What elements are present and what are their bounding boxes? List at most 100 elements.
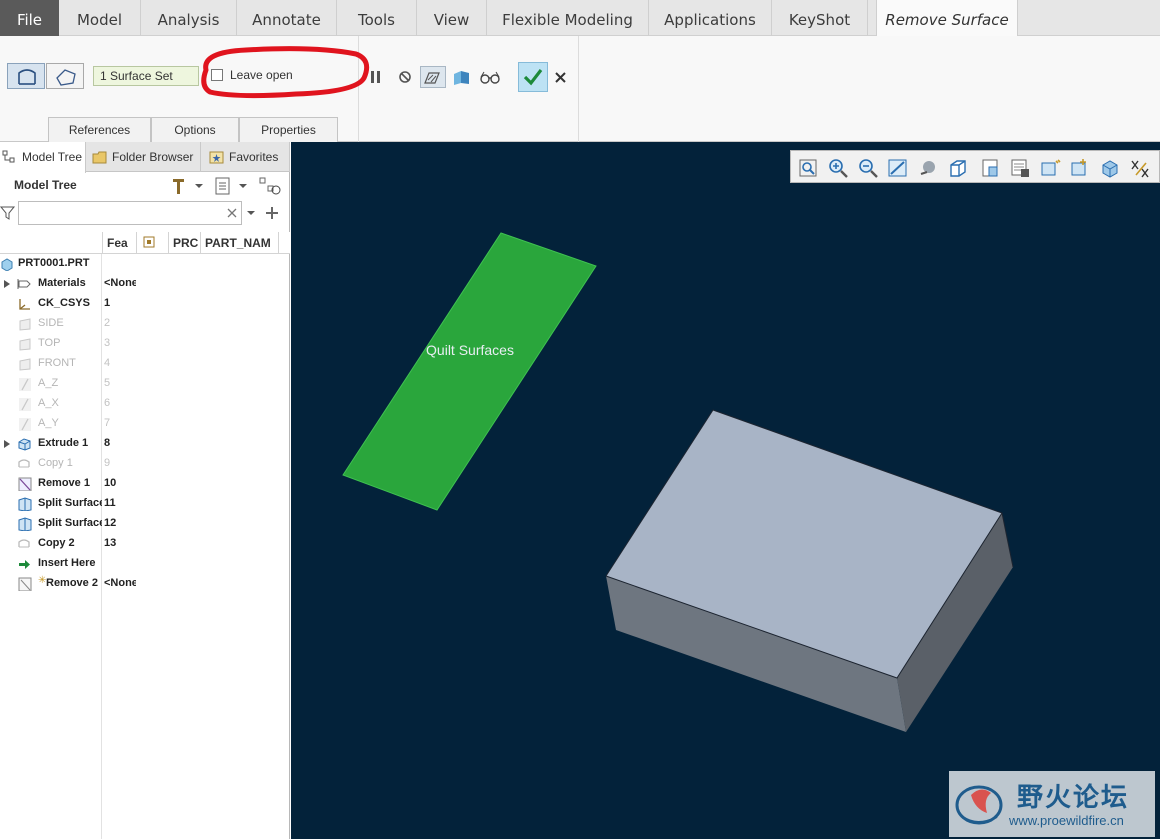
add-column-icon[interactable] [264,205,280,221]
tree-item-feature-number: 1 [104,297,111,309]
tree-item-name: A_Z [38,377,59,389]
copy-icon [18,459,30,468]
expand-arrow-icon[interactable] [4,440,10,448]
navigator-tabs: Model Tree Folder Browser Favorites [0,142,290,173]
chain-type-button[interactable] [46,63,84,89]
column-part-name[interactable]: PART_NAM [200,232,278,254]
annotation-display-icon[interactable] [1039,157,1061,179]
graphics-window[interactable]: Quilt Surfaces 野火论坛 www.proewildfire.cn [291,142,1160,839]
saved-views-icon[interactable] [947,157,969,179]
tab-remove-surface[interactable]: Remove Surface [876,0,1018,37]
attached-preview-icon [424,72,440,84]
tree-item[interactable]: Split Surface 11 [0,494,290,514]
tree-show-button[interactable] [214,176,250,196]
scale-xy-icon[interactable] [1129,157,1151,179]
geometry-preview-button[interactable] [450,66,474,88]
zoom-in-icon[interactable] [827,157,849,179]
subtab-properties[interactable]: Properties [239,117,338,142]
tree-item[interactable]: SIDE 2 [0,314,290,334]
tree-settings-button[interactable] [170,176,206,196]
app-window: File Model Analysis Annotate Tools View … [0,0,1160,839]
expand-arrow-icon[interactable] [4,280,10,288]
tree-item-feature-number: 11 [104,497,116,509]
perspective-icon[interactable] [1009,157,1031,179]
new-feature-marker-icon: ✳ [38,575,47,586]
tree-item[interactable]: A_Z 5 [0,374,290,394]
tab-flexible-modeling[interactable]: Flexible Modeling [487,0,649,36]
tree-search-input[interactable] [18,201,242,225]
tree-filter-toggle-icon[interactable] [258,176,284,196]
tab-tools[interactable]: Tools [337,0,417,36]
tree-item-feature-number: 6 [104,397,111,409]
tree-item-name: Materials [38,277,86,289]
tree-item[interactable]: CK_CSYS 1 [0,294,290,314]
tree-item[interactable]: FRONT 4 [0,354,290,374]
tree-item-name: Copy 2 [38,537,75,549]
surface-set-collector[interactable]: 1 Surface Set [93,66,199,86]
no-preview-button[interactable] [394,66,418,88]
tree-item-name: Remove 2 [46,577,98,589]
tree-item-name: FRONT [38,357,76,369]
tree-item[interactable]: Copy 1 9 [0,454,290,474]
model-tree-icon [2,150,15,163]
chevron-down-icon[interactable] [245,206,257,220]
tree-item[interactable]: Split Surface 12 [0,514,290,534]
watermark-url: www.proewildfire.cn [1009,813,1124,828]
cancel-button[interactable] [551,67,575,89]
forum-watermark: 野火论坛 www.proewildfire.cn [949,771,1155,837]
column-extra[interactable] [278,232,290,254]
tree-item-name: Split Surface [38,517,102,529]
column-status[interactable] [136,232,168,254]
tree-item-feature-number: 7 [104,417,111,429]
tree-item[interactable]: Copy 2 13 [0,534,290,554]
view-manager-icon[interactable] [979,157,1001,179]
refit-icon[interactable] [797,157,819,179]
materials-icon [17,279,31,289]
quilt-surface[interactable] [342,232,597,511]
tree-item[interactable]: Extrude 1 8 [0,434,290,454]
tab-analysis[interactable]: Analysis [141,0,237,36]
tree-item-name: A_Y [38,417,59,429]
tree-item-feature-number: 4 [104,357,111,369]
tree-item[interactable]: Remove 1 10 [0,474,290,494]
attached-preview-button[interactable] [420,66,446,88]
zoom-out-icon[interactable] [857,157,879,179]
tree-item[interactable]: A_Y 7 [0,414,290,434]
column-prc[interactable]: PRC [168,232,200,254]
tab-applications[interactable]: Applications [649,0,772,36]
tree-item-name: A_X [38,397,59,409]
verify-mode-button[interactable] [478,66,502,88]
surface-type-button[interactable] [7,63,45,89]
tab-favorites[interactable]: Favorites [201,142,290,172]
pause-button[interactable] [366,66,390,88]
tree-item[interactable]: TOP 3 [0,334,290,354]
subtab-references[interactable]: References [48,117,151,142]
display-style-icon[interactable] [917,157,939,179]
tree-item-name: Split Surface [38,497,102,509]
tab-model-tree[interactable]: Model Tree [0,142,86,173]
no-preview-icon [399,71,411,83]
tab-file[interactable]: File [0,0,59,36]
tree-item[interactable]: Materials <None [0,274,290,294]
tab-model[interactable]: Model [59,0,141,36]
tab-view[interactable]: View [417,0,487,36]
tree-item[interactable]: Insert Here [0,554,290,574]
ok-button[interactable] [518,62,548,92]
tree-item[interactable]: Remove 2 <None ✳ [0,574,290,594]
repaint-icon[interactable] [887,157,909,179]
datum-display-icon[interactable] [1069,157,1091,179]
clear-search-icon[interactable] [225,206,239,220]
spin-center-icon[interactable] [1099,157,1121,179]
tree-root-label: PRT0001.PRT [18,257,90,269]
tab-folder-browser[interactable]: Folder Browser [86,142,201,172]
tree-item[interactable]: A_X 6 [0,394,290,414]
column-feature-number[interactable]: Fea [102,232,136,254]
tree-column-header: Fea PRC PART_NAM [0,232,290,254]
subtab-options[interactable]: Options [151,117,239,142]
tree-root[interactable]: PRT0001.PRT [0,254,290,274]
tab-annotate[interactable]: Annotate [237,0,337,36]
leave-open-checkbox[interactable] [211,69,223,81]
tree-item-name: Insert Here [38,557,96,569]
tab-keyshot[interactable]: KeyShot [772,0,868,36]
navigator-panel: Model Tree Folder Browser Favorites Mode… [0,142,290,839]
